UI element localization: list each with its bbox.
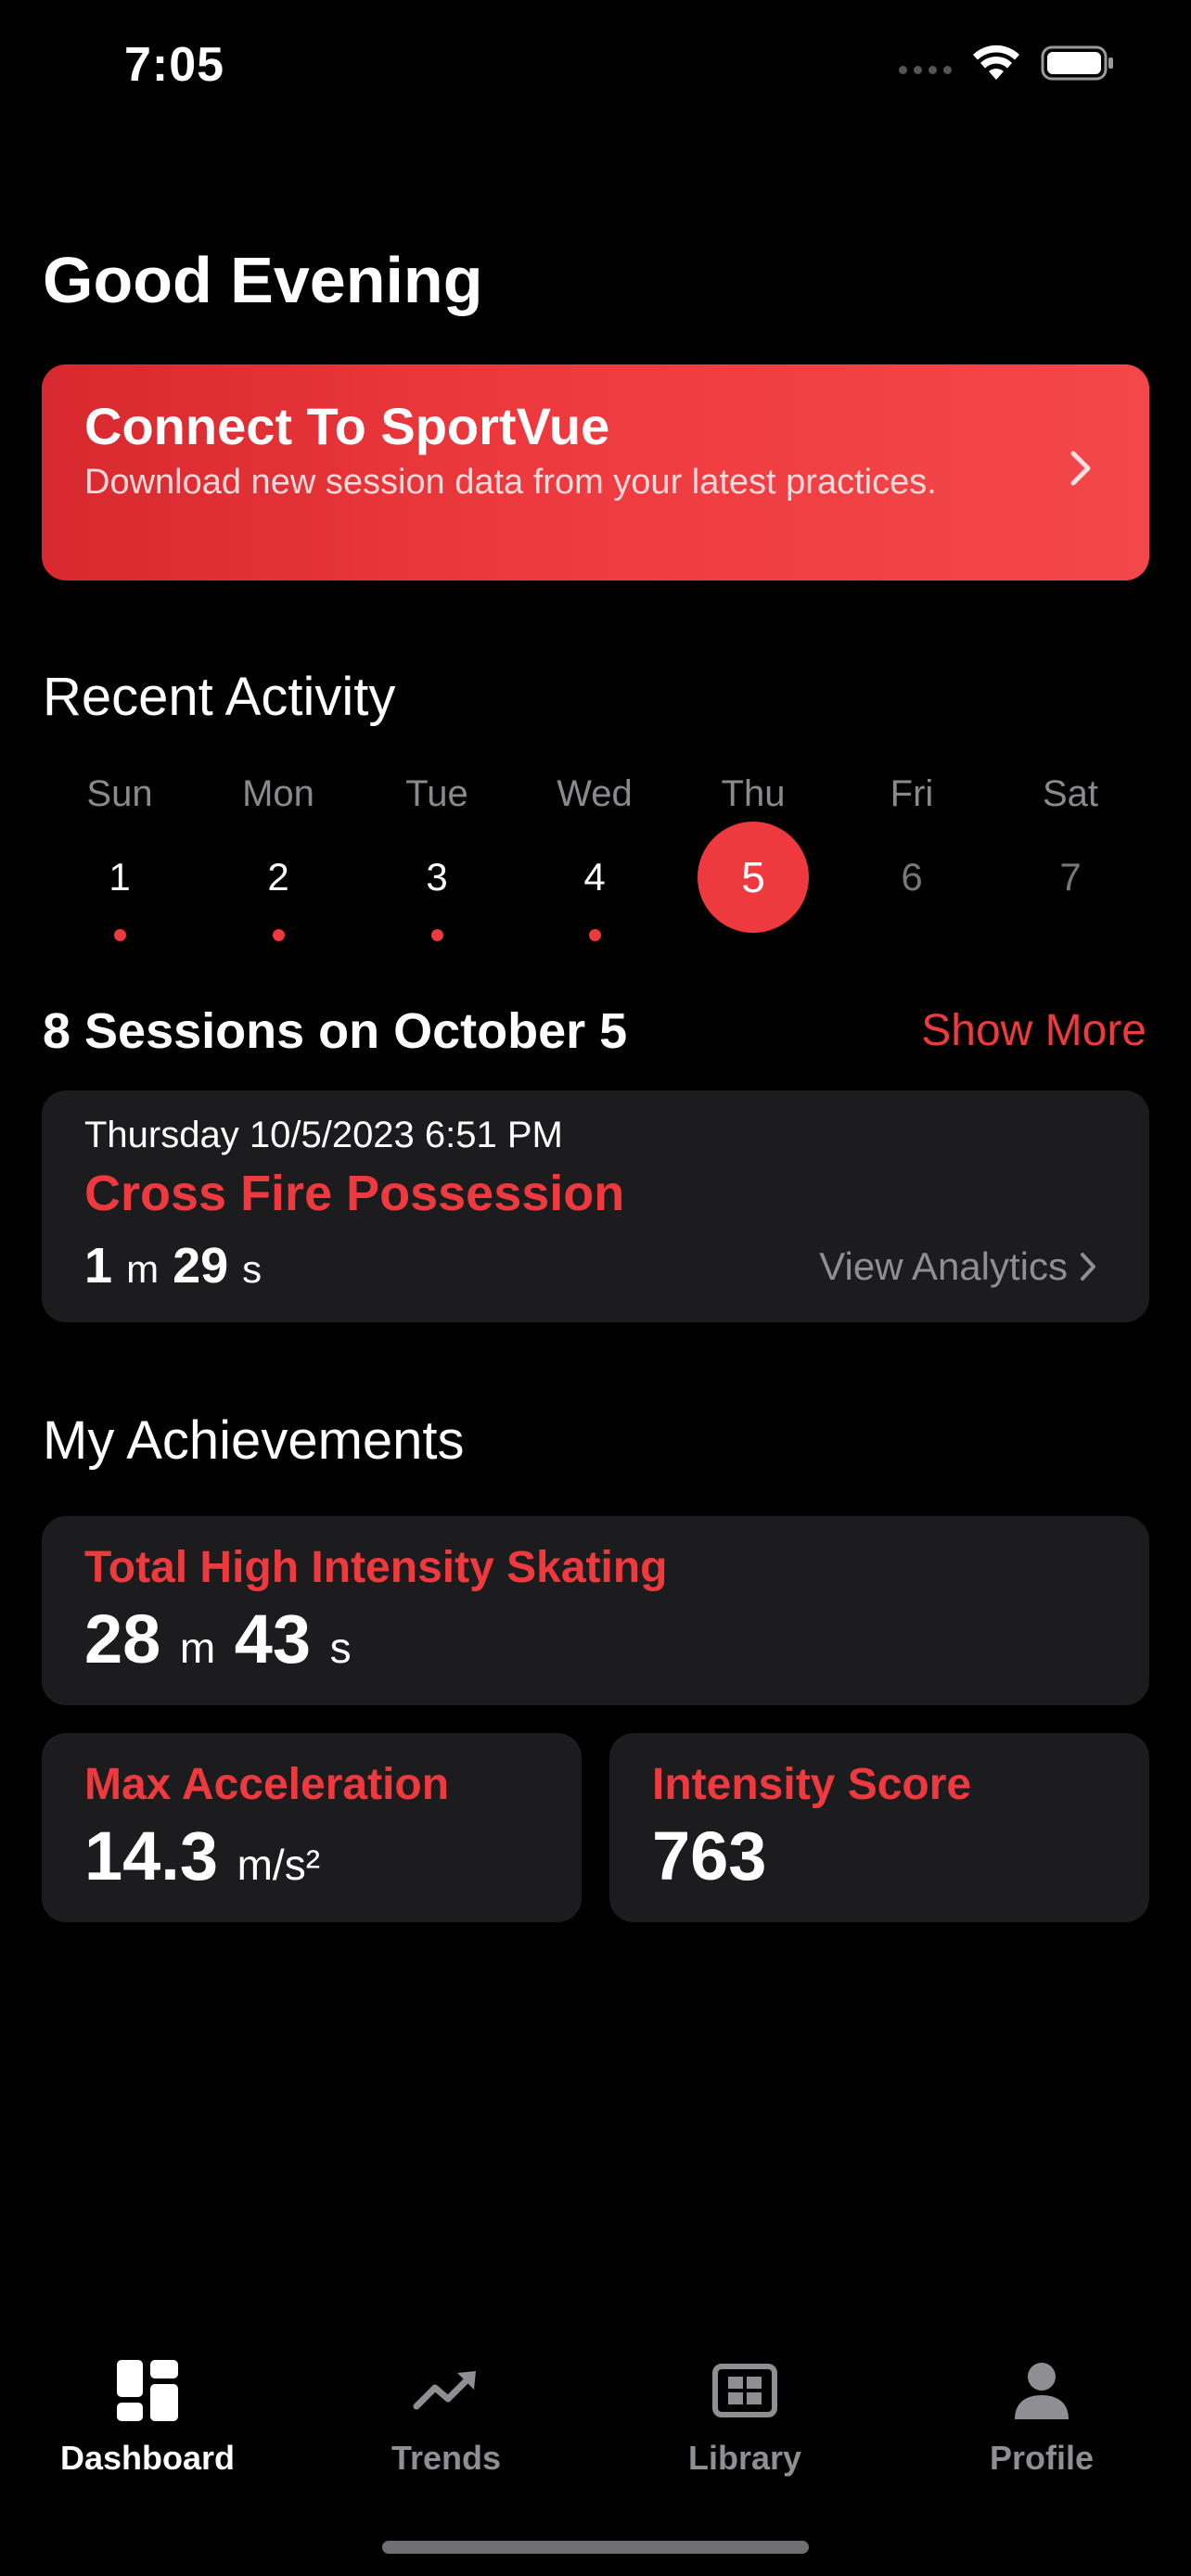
status-time: 7:05 [124, 38, 225, 92]
tab-library[interactable]: Library [624, 2355, 865, 2478]
library-icon [624, 2355, 865, 2426]
chevron-right-icon [1081, 1253, 1095, 1281]
profile-icon [921, 2355, 1162, 2426]
tab-bar: Dashboard Trends Library Profile [0, 2355, 1191, 2494]
skating-minutes-unit: m [179, 1624, 216, 1672]
achievement-max-acceleration-card: Max Acceleration 14.3 m/s² [42, 1733, 582, 1922]
calendar-day-thu[interactable]: Thu 5 [684, 766, 823, 933]
view-analytics-link[interactable]: View Analytics [819, 1244, 1097, 1289]
status-icons [899, 45, 1115, 82]
battery-icon [1041, 45, 1113, 81]
day-name: Sun [86, 773, 153, 814]
day-date: 4 [583, 855, 606, 899]
status-bar: 7:05 [0, 0, 1191, 139]
day-date: 3 [426, 855, 448, 899]
achievements-title: My Achievements [43, 1410, 465, 1471]
cellular-signal-icon [899, 45, 952, 82]
acceleration-value: 14.3 [84, 1817, 219, 1894]
session-card[interactable]: Thursday 10/5/2023 6:51 PM Cross Fire Po… [42, 1090, 1149, 1322]
connect-sportvue-card[interactable]: Connect To SportVue Download new session… [42, 364, 1149, 580]
activity-dot [430, 929, 443, 941]
connect-card-title: Connect To SportVue [84, 397, 610, 455]
day-name: Wed [557, 773, 633, 814]
duration-seconds: 29 [173, 1238, 229, 1294]
day-name: Sat [1042, 773, 1099, 814]
achievement-value: 28 m 43 s [84, 1600, 352, 1678]
achievement-value: 14.3 m/s² [84, 1817, 320, 1895]
duration-seconds-unit: s [242, 1247, 263, 1291]
day-date: 1 [109, 855, 131, 899]
session-duration: 1 m 29 s [84, 1237, 262, 1294]
show-more-link[interactable]: Show More [921, 1005, 1146, 1056]
session-datetime: Thursday 10/5/2023 6:51 PM [84, 1115, 563, 1155]
day-date: 7 [1059, 855, 1082, 899]
acceleration-unit: m/s² [237, 1841, 321, 1889]
connect-card-subtitle: Download new session data from your late… [84, 463, 937, 502]
skating-minutes: 28 [84, 1600, 161, 1677]
achievement-intensity-score-card: Intensity Score 763 [609, 1733, 1149, 1922]
wifi-icon [973, 45, 1019, 80]
recent-activity-title: Recent Activity [43, 667, 396, 727]
activity-dot [113, 929, 126, 941]
duration-minutes: 1 [84, 1238, 113, 1294]
session-name: Cross Fire Possession [84, 1166, 625, 1221]
tab-profile[interactable]: Profile [921, 2355, 1162, 2478]
tab-trends[interactable]: Trends [326, 2355, 567, 2478]
calendar-day-sat[interactable]: Sat 7 [1001, 766, 1140, 933]
tab-label: Dashboard [59, 2439, 236, 2477]
day-name: Fri [890, 773, 934, 814]
skating-seconds: 43 [234, 1600, 312, 1677]
achievement-label: Max Acceleration [84, 1760, 450, 1809]
calendar-day-wed[interactable]: Wed 4 [525, 766, 664, 941]
activity-dot [272, 929, 285, 941]
achievement-label: Intensity Score [652, 1760, 972, 1809]
duration-minutes-unit: m [126, 1247, 160, 1291]
tab-label: Profile [989, 2439, 1095, 2477]
tab-label: Trends [391, 2439, 502, 2477]
greeting-title: Good Evening [43, 244, 483, 316]
tab-dashboard[interactable]: Dashboard [27, 2355, 268, 2478]
skating-seconds-unit: s [329, 1624, 352, 1672]
achievement-total-skating-card: Total High Intensity Skating 28 m 43 s [42, 1516, 1149, 1705]
day-date-selected: 5 [698, 822, 809, 933]
intensity-score-value: 763 [652, 1817, 767, 1894]
day-name: Mon [242, 773, 314, 814]
week-calendar: Sun 1 Mon 2 Tue 3 Wed 4 Thu 5 Fri 6 Sat … [43, 766, 1150, 951]
achievement-label: Total High Intensity Skating [84, 1543, 668, 1592]
achievement-value: 763 [652, 1817, 766, 1895]
sessions-title: 8 Sessions on October 5 [43, 1003, 628, 1059]
view-analytics-label: View Analytics [819, 1244, 1068, 1288]
day-name: Tue [405, 773, 468, 814]
calendar-day-sun[interactable]: Sun 1 [50, 766, 189, 941]
tab-label: Library [687, 2439, 802, 2477]
day-date: 6 [901, 855, 923, 899]
calendar-day-mon[interactable]: Mon 2 [209, 766, 348, 941]
day-name: Thu [721, 773, 786, 814]
home-indicator[interactable] [382, 2541, 809, 2554]
chevron-right-icon [1070, 451, 1091, 486]
day-date: 2 [267, 855, 289, 899]
activity-dot [588, 929, 601, 941]
calendar-day-fri[interactable]: Fri 6 [842, 766, 981, 933]
trend-icon [326, 2355, 567, 2426]
calendar-day-tue[interactable]: Tue 3 [367, 766, 506, 941]
dashboard-icon [27, 2355, 268, 2426]
